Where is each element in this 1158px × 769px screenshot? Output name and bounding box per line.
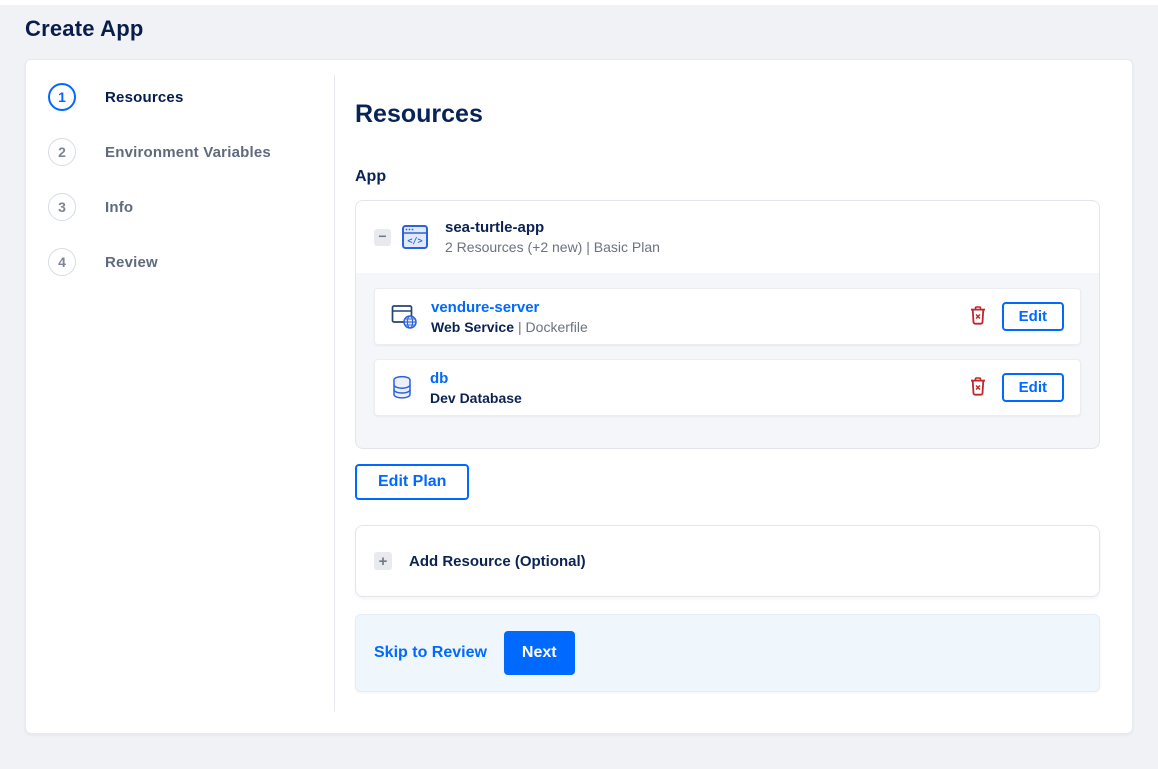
create-app-wizard-card: 1 Resources 2 Environment Variables 3 In… [25, 59, 1133, 734]
step-resources[interactable]: 1 Resources [48, 83, 334, 111]
resource-type: Web Service [431, 318, 515, 335]
web-service-icon [391, 303, 418, 330]
step-label: Environment Variables [105, 143, 271, 161]
delete-resource-button[interactable] [968, 375, 988, 401]
step-number-badge: 3 [48, 193, 76, 221]
trash-icon [970, 305, 986, 328]
add-resource-section[interactable]: + Add Resource (Optional) [355, 525, 1100, 597]
step-environment-variables[interactable]: 2 Environment Variables [48, 138, 334, 166]
step-review[interactable]: 4 Review [48, 248, 334, 276]
code-window-icon: </> [401, 223, 429, 251]
resource-detail: | Dockerfile [518, 318, 588, 335]
skip-to-review-link[interactable]: Skip to Review [374, 644, 487, 662]
step-number-badge: 2 [48, 138, 76, 166]
database-icon [391, 374, 417, 401]
app-section-label: App [355, 168, 387, 185]
step-label: Info [105, 198, 134, 216]
resource-text: db Dev Database [430, 370, 968, 406]
step-number-badge: 4 [48, 248, 76, 276]
delete-resource-button[interactable] [968, 304, 988, 330]
add-resource-label: Add Resource (Optional) [409, 552, 586, 570]
svg-text:</>: </> [407, 237, 422, 247]
edit-plan-button[interactable]: Edit Plan [355, 464, 470, 500]
app-card: − </> sea-turtle-app 2 Resources (+2 new… [355, 200, 1100, 449]
step-heading: Resources [355, 100, 483, 128]
minus-icon: − [378, 227, 387, 244]
edit-resource-button[interactable]: Edit [1001, 302, 1064, 331]
next-button[interactable]: Next [503, 631, 575, 675]
resource-meta: Dev Database [430, 390, 968, 406]
resources-step-pane: Resources App − </> sea-turtle-app 2 Res… [335, 60, 1132, 733]
app-header-text: sea-turtle-app 2 Resources (+2 new) | Ba… [445, 219, 660, 255]
step-label: Review [105, 253, 158, 271]
step-label: Resources [105, 88, 184, 106]
app-name: sea-turtle-app [445, 219, 545, 236]
app-resources-list: vendure-server Web Service| Dockerfile [356, 273, 1099, 448]
step-number-badge: 1 [48, 83, 76, 111]
trash-icon [970, 376, 986, 399]
edit-resource-button[interactable]: Edit [1001, 373, 1064, 402]
resource-type: Dev Database [430, 389, 522, 406]
page-header: Create App [0, 5, 1158, 42]
wizard-footer: Skip to Review Next [355, 614, 1100, 692]
app-summary: 2 Resources (+2 new) | Basic Plan [445, 239, 660, 255]
collapse-app-button[interactable]: − [374, 227, 391, 246]
step-info[interactable]: 3 Info [48, 193, 334, 221]
resource-name-link[interactable]: db [430, 370, 448, 387]
wizard-stepper: 1 Resources 2 Environment Variables 3 In… [26, 60, 334, 733]
resource-row-db: db Dev Database Edit [374, 359, 1081, 416]
plus-icon: + [374, 552, 392, 570]
resource-text: vendure-server Web Service | Dockerfile [431, 299, 968, 335]
resource-row-vendure-server: vendure-server Web Service| Dockerfile [374, 288, 1081, 345]
page-title: Create App [25, 16, 144, 41]
resource-name-link[interactable]: vendure-server [431, 299, 539, 316]
app-card-header: − </> sea-turtle-app 2 Resources (+2 new… [356, 201, 1099, 273]
resource-meta: Web Service | Dockerfile [431, 319, 968, 335]
